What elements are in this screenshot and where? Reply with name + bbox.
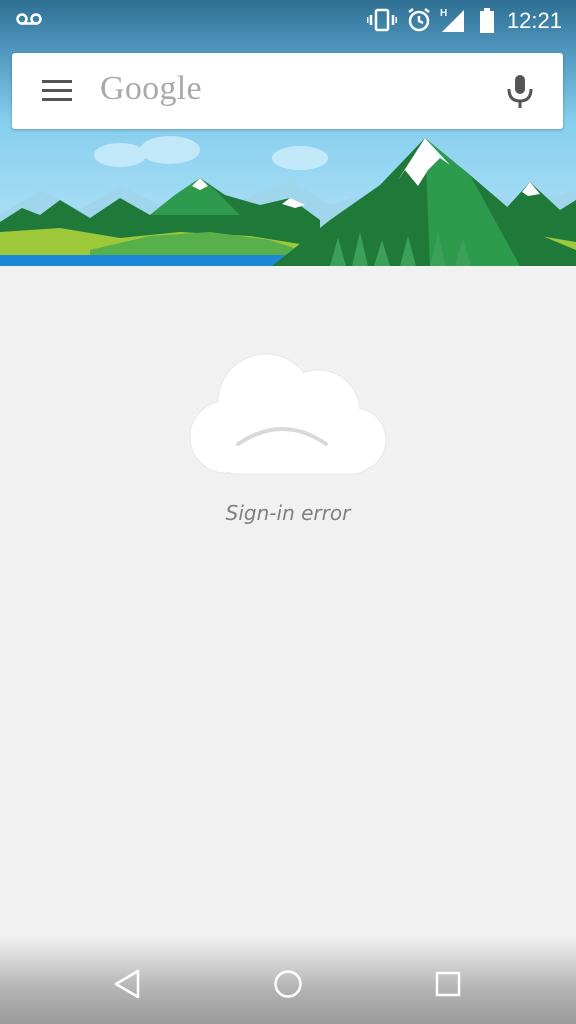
network-type: H <box>440 8 447 19</box>
status-time: 12:21 <box>506 8 562 33</box>
voicemail-icon <box>16 12 42 31</box>
home-icon[interactable] <box>268 964 308 1004</box>
battery-icon <box>479 8 495 39</box>
signal-icon: H <box>440 6 466 37</box>
sign-in-error-message: Sign-in error <box>225 501 351 525</box>
mic-icon[interactable] <box>505 73 535 111</box>
status-bar: H 12:21 <box>0 0 576 40</box>
menu-icon[interactable] <box>41 77 73 105</box>
alarm-icon <box>406 7 432 38</box>
recents-icon[interactable] <box>428 964 468 1004</box>
cloud-sad-icon <box>186 352 392 476</box>
main-content: Sign-in error <box>0 266 576 956</box>
google-logo: Google <box>100 70 202 107</box>
navigation-bar <box>0 936 576 1024</box>
back-icon[interactable] <box>108 964 148 1004</box>
vibrate-icon <box>366 8 398 37</box>
search-bar[interactable]: Google <box>12 53 563 129</box>
